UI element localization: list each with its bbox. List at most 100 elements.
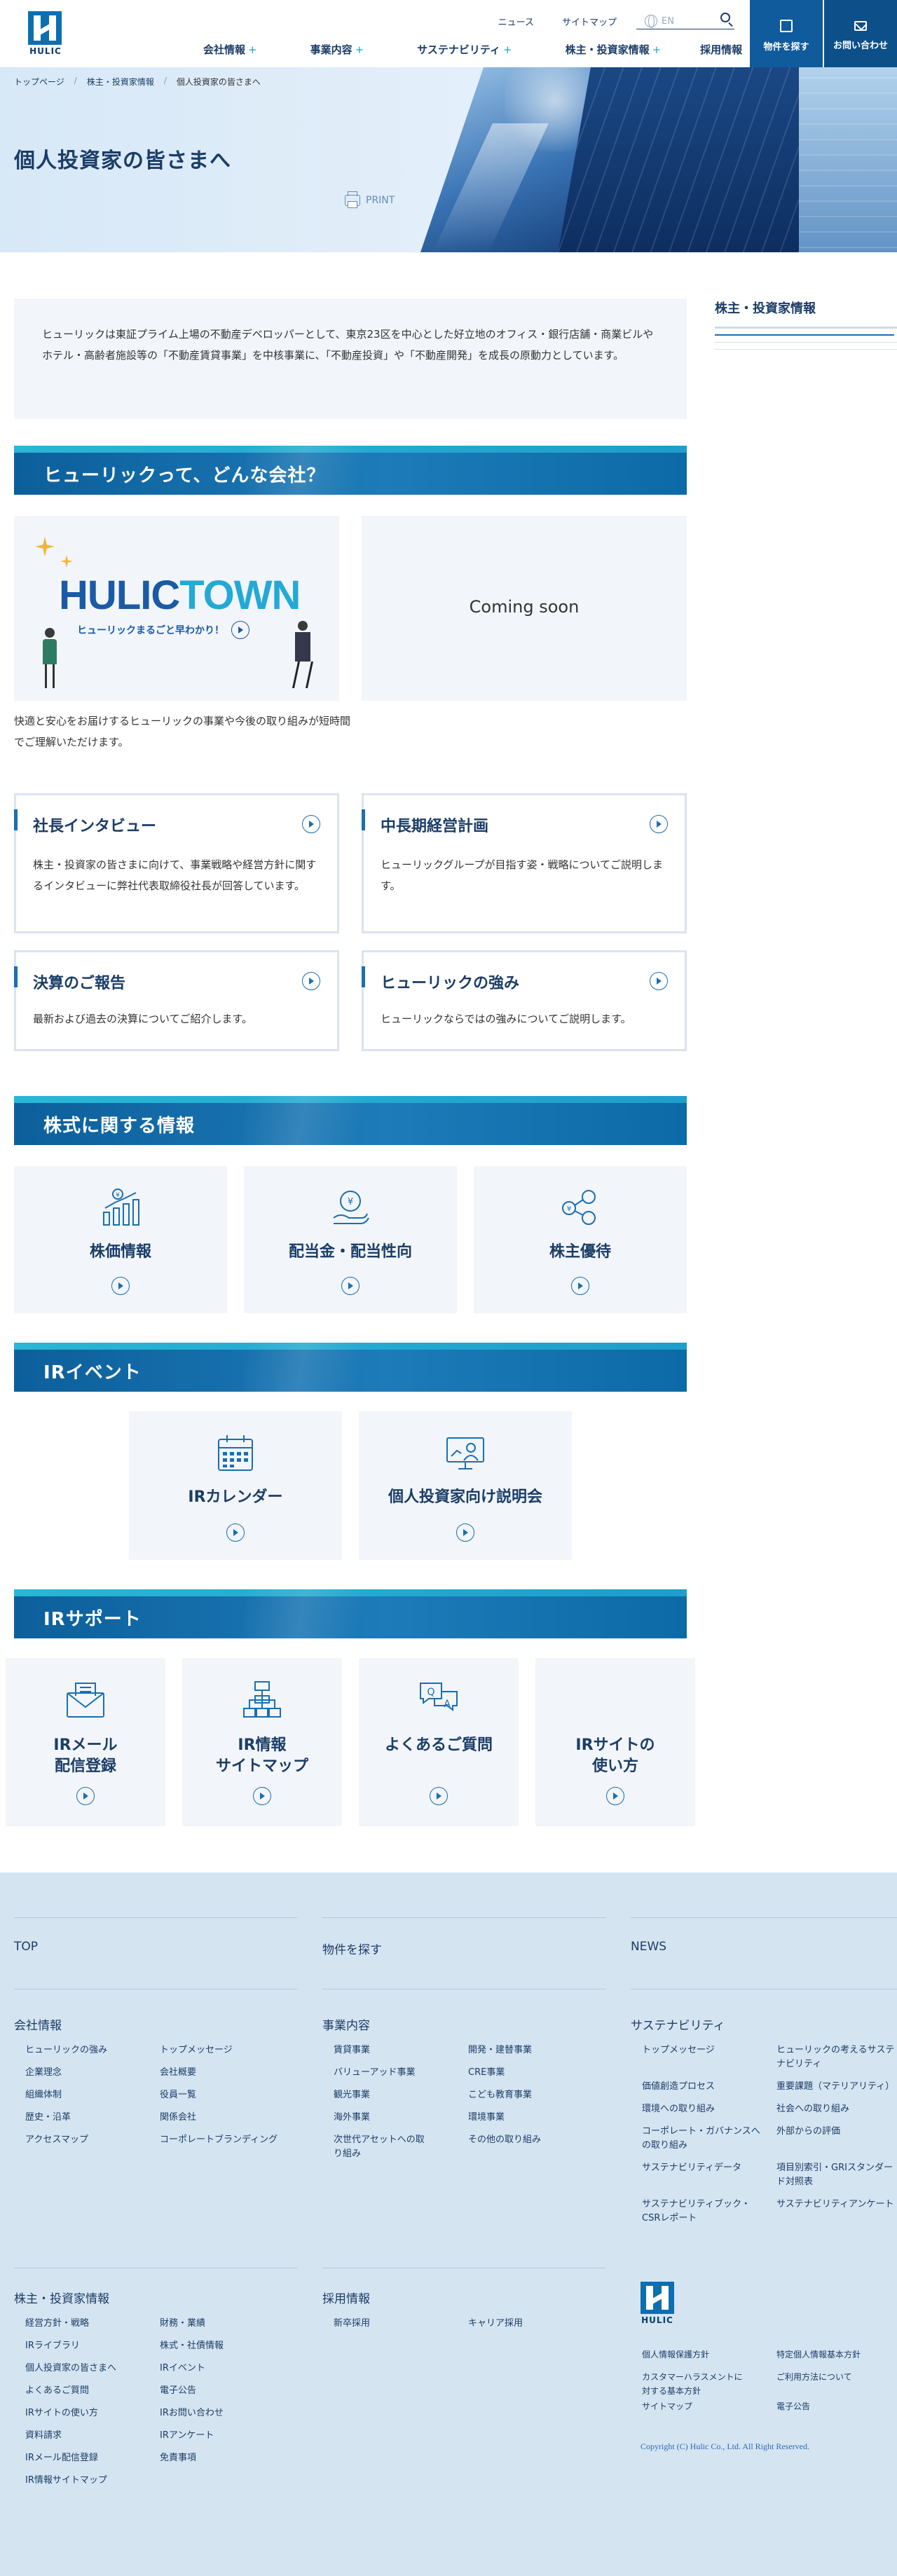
card-strengths[interactable]: ヒューリックの強み ヒューリックならではの強みについてご説明します。: [362, 950, 687, 1051]
footer-link[interactable]: IRライブラリ: [25, 2339, 80, 2353]
footer-link[interactable]: ヒューリックの考えるサステナビリティ: [776, 2043, 896, 2071]
footer-link[interactable]: 電子公告: [776, 2399, 810, 2413]
footer-link[interactable]: 海外事業: [334, 2111, 370, 2125]
footer-link[interactable]: カスタマーハラスメントに対する基本方針: [642, 2370, 747, 2398]
tile-ir-sitemap[interactable]: IR情報 サイトマップ: [182, 1658, 342, 1826]
sidebar-item[interactable]: [715, 329, 894, 336]
footer-ir-title[interactable]: 株主・投資家情報: [14, 2289, 109, 2306]
tile-individual-investor-briefing[interactable]: 個人投資家向け説明会: [359, 1411, 572, 1560]
footer-link[interactable]: IRお問い合わせ: [160, 2406, 224, 2420]
footer-link[interactable]: サステナビリティアンケート: [776, 2198, 896, 2212]
footer-company-title[interactable]: 会社情報: [14, 2015, 62, 2033]
footer-link[interactable]: IRメール配信登録: [25, 2451, 98, 2465]
footer-link[interactable]: キャリア採用: [468, 2317, 523, 2331]
footer-link[interactable]: 価値創造プロセス: [642, 2080, 715, 2094]
footer-link[interactable]: よくあるご質問: [25, 2384, 89, 2398]
footer-link[interactable]: 観光事業: [334, 2088, 370, 2102]
footer-link[interactable]: 資料請求: [25, 2429, 62, 2443]
footer-link[interactable]: その他の取り組み: [468, 2133, 541, 2147]
footer-sustainability-title[interactable]: サステナビリティ: [631, 2015, 725, 2033]
sitemap-link[interactable]: サイトマップ: [562, 15, 617, 28]
footer-link[interactable]: IRアンケート: [160, 2429, 214, 2443]
footer-link[interactable]: サステナビリティブック・CSRレポート: [642, 2198, 765, 2226]
footer-link[interactable]: 企業理念: [25, 2066, 62, 2080]
footer-link[interactable]: 特定個人情報基本方針: [776, 2348, 861, 2362]
footer-link[interactable]: 環境事業: [468, 2111, 505, 2125]
footer-link[interactable]: ヒューリックの強み: [25, 2043, 107, 2057]
footer-link[interactable]: 会社概要: [160, 2066, 196, 2080]
nav-item-company[interactable]: 会社情報 +: [203, 42, 257, 57]
nav-item-recruit[interactable]: 採用情報: [700, 42, 742, 57]
footer-link[interactable]: 株式・社債情報: [160, 2339, 224, 2353]
nav-item-ir[interactable]: 株主・投資家情報 +: [566, 42, 662, 57]
property-search-button[interactable]: 物件を探す: [750, 0, 823, 67]
footer-link[interactable]: 財務・業績: [160, 2317, 205, 2331]
footer-link[interactable]: 個人投資家の皆さまへ: [25, 2362, 116, 2376]
footer-link[interactable]: IRイベント: [160, 2362, 205, 2376]
tile-faq[interactable]: Q A よくあるご質問: [359, 1658, 519, 1826]
tile-dividend[interactable]: ¥ 配当金・配当性向: [244, 1166, 457, 1313]
footer-link[interactable]: 免責事項: [160, 2451, 196, 2465]
footer-recruit-title[interactable]: 採用情報: [322, 2289, 370, 2306]
footer-link[interactable]: 新卒採用: [334, 2317, 370, 2331]
nav-item-business[interactable]: 事業内容 +: [310, 42, 364, 57]
footer-link[interactable]: 社会への取り組み: [776, 2102, 849, 2116]
footer-link[interactable]: 外部からの評価: [776, 2125, 840, 2139]
sidebar-item[interactable]: [715, 343, 897, 350]
breadcrumb-top[interactable]: トップページ: [14, 76, 64, 88]
footer-logo[interactable]: HULIC: [641, 2282, 674, 2325]
tile-ir-site-guide[interactable]: IRサイトの 使い方: [535, 1658, 695, 1826]
footer-link[interactable]: バリューアッド事業: [334, 2066, 415, 2080]
footer-link[interactable]: こども教育事業: [468, 2088, 532, 2102]
tile-stock-price[interactable]: ¥ 株価情報: [14, 1166, 227, 1313]
footer-link[interactable]: 重要課題（マテリアリティ）: [776, 2080, 896, 2094]
footer-link[interactable]: 開発・建替事業: [468, 2043, 532, 2057]
footer-link[interactable]: コーポレート・ガバナンスへの取り組み: [642, 2125, 765, 2153]
footer-link[interactable]: 組織体制: [25, 2088, 62, 2102]
footer-link[interactable]: アクセスマップ: [25, 2133, 88, 2147]
footer-link[interactable]: 歴史・沿革: [25, 2111, 71, 2125]
tile-label: 株主優待: [549, 1243, 611, 1261]
footer-business-title[interactable]: 事業内容: [322, 2015, 370, 2033]
footer-link[interactable]: 個人情報保護方針: [642, 2348, 709, 2362]
footer-link[interactable]: トップメッセージ: [642, 2043, 715, 2057]
footer-link[interactable]: 次世代アセットへの取り組み: [334, 2133, 425, 2161]
sidebar-item[interactable]: [715, 336, 897, 343]
footer-link[interactable]: 役員一覧: [160, 2088, 196, 2102]
contact-button[interactable]: お問い合わせ: [824, 0, 897, 67]
card-president-interview[interactable]: 社長インタビュー 株主・投資家の皆さまに向けて、事業戦略や経営方針に関するインタ…: [14, 793, 339, 933]
sidebar-title[interactable]: 株主・投資家情報: [715, 299, 816, 317]
card-midterm-plan[interactable]: 中長期経営計画 ヒューリックグループが目指す姿・戦略についてご説明します。: [362, 793, 687, 933]
footer-property-link[interactable]: 物件を探す: [322, 1940, 382, 1957]
footer-top-link[interactable]: TOP: [14, 1940, 38, 1954]
footer-link[interactable]: 項目別索引・GRIスタンダード対照表: [776, 2161, 896, 2189]
tile-ir-calendar[interactable]: IRカレンダー: [129, 1411, 342, 1560]
footer-news-link[interactable]: NEWS: [631, 1940, 666, 1954]
hulic-logo[interactable]: HULIC: [28, 11, 63, 56]
footer-link[interactable]: コーポレートブランディング: [160, 2133, 278, 2147]
footer-link[interactable]: IR情報サイトマップ: [25, 2474, 107, 2488]
footer-link[interactable]: 経営方針・戦略: [25, 2317, 89, 2331]
footer-link[interactable]: 電子公告: [160, 2384, 196, 2398]
footer-link[interactable]: 賃貸事業: [334, 2043, 370, 2057]
hulic-town-banner[interactable]: HULICTOWN ヒューリックまるごと早わかり！: [14, 516, 339, 701]
search-icon[interactable]: [720, 13, 730, 22]
hulic-logo-mark: [28, 11, 62, 45]
footer-link[interactable]: トップメッセージ: [160, 2043, 233, 2057]
nav-item-sustainability[interactable]: サステナビリティ +: [417, 42, 512, 57]
footer-link[interactable]: サイトマップ: [642, 2399, 692, 2413]
footer-link[interactable]: CRE事業: [468, 2066, 505, 2080]
footer-link[interactable]: サステナビリティデータ: [642, 2161, 741, 2175]
tile-ir-mail[interactable]: IRメール 配信登録: [6, 1658, 165, 1826]
footer-link[interactable]: ご利用方法について: [776, 2370, 852, 2384]
footer-link[interactable]: 環境への取り組み: [642, 2102, 715, 2116]
tile-shareholder-benefits[interactable]: ¥ 株主優待: [474, 1166, 687, 1313]
card-financial-results[interactable]: 決算のご報告 最新および過去の決算についてご紹介します。: [14, 950, 339, 1051]
footer-link[interactable]: 関係会社: [160, 2111, 196, 2125]
search-input[interactable]: [636, 8, 734, 29]
news-link[interactable]: ニュース: [498, 15, 534, 28]
footer-divider: [14, 1917, 297, 1918]
print-button[interactable]: PRINT: [345, 191, 395, 208]
footer-link[interactable]: IRサイトの使い方: [25, 2406, 98, 2420]
breadcrumb-ir[interactable]: 株主・投資家情報: [87, 76, 154, 88]
